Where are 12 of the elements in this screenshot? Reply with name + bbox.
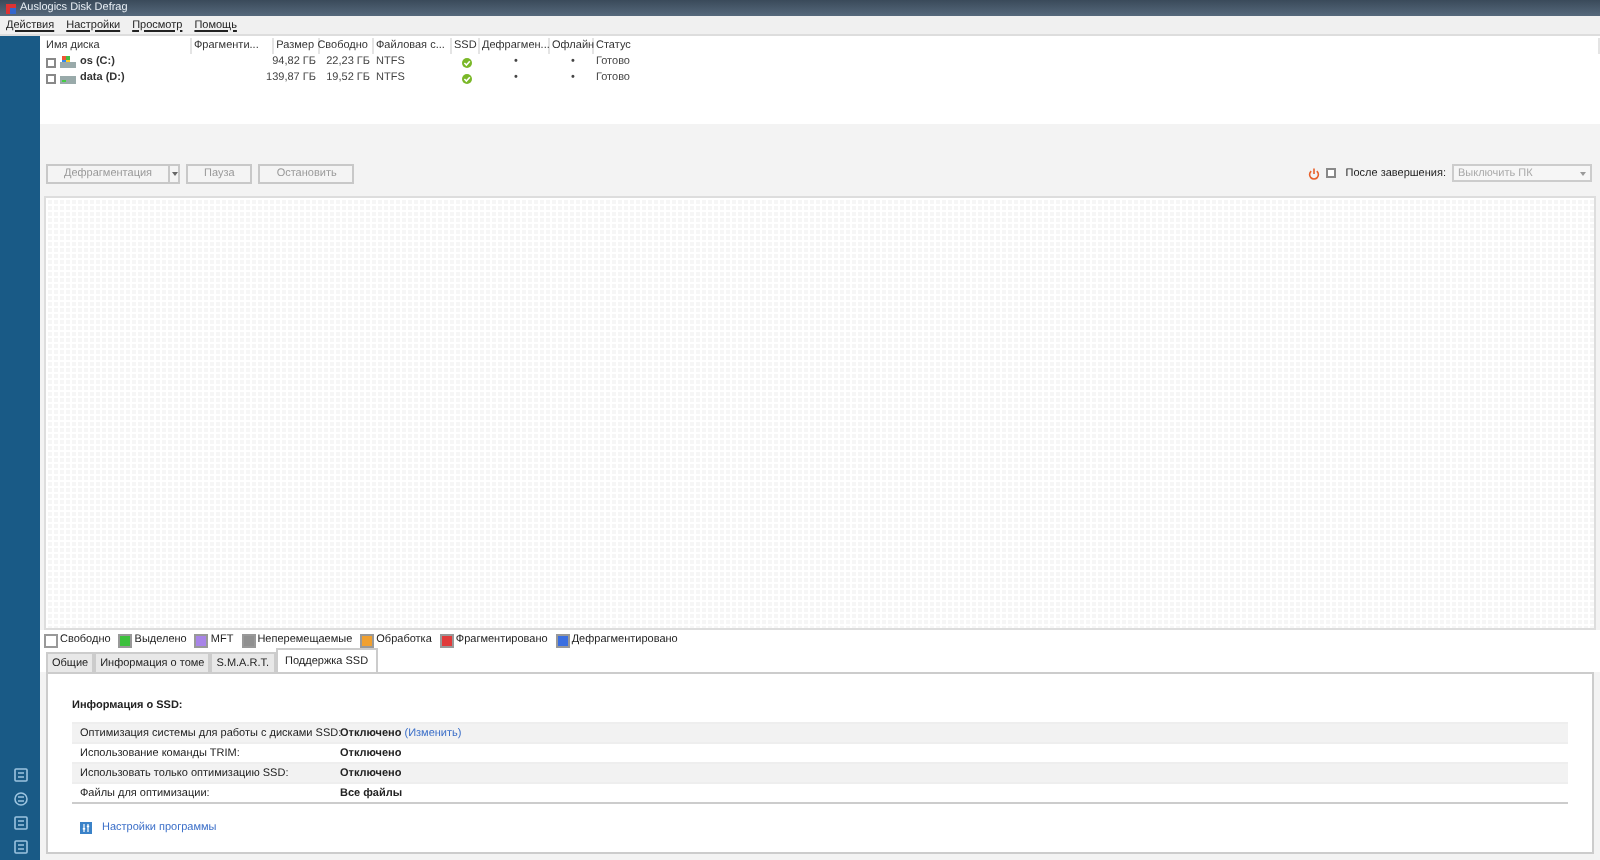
drive-icon (60, 72, 76, 84)
checkbox[interactable] (46, 57, 56, 67)
dropdown-button[interactable] (170, 163, 181, 184)
checkbox[interactable] (1325, 168, 1336, 179)
caret-icon (1580, 171, 1586, 176)
power-icon (1307, 167, 1320, 180)
drive-icon (60, 56, 76, 68)
app-icon (6, 3, 16, 13)
list-icon[interactable] (13, 768, 27, 782)
checkbox[interactable] (46, 73, 56, 83)
settings-icon (80, 822, 92, 835)
caret-icon (171, 171, 178, 176)
